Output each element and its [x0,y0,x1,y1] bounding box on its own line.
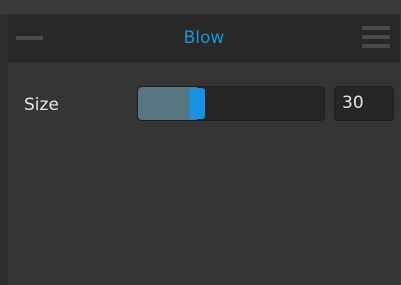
menu-bar-top [362,26,390,30]
menu-bar-bottom [362,44,390,48]
panel-title: Blow [183,28,225,48]
tool-settings-window: Blow Size 30 [0,0,401,285]
size-label: Size [24,95,59,115]
hamburger-menu-icon[interactable] [362,26,390,50]
size-slider[interactable] [137,86,325,121]
size-slider-thumb[interactable] [189,88,205,119]
menu-bar-middle [362,35,390,39]
size-value-input[interactable]: 30 [334,86,394,121]
left-edge [0,0,8,285]
top-edge [0,0,401,14]
